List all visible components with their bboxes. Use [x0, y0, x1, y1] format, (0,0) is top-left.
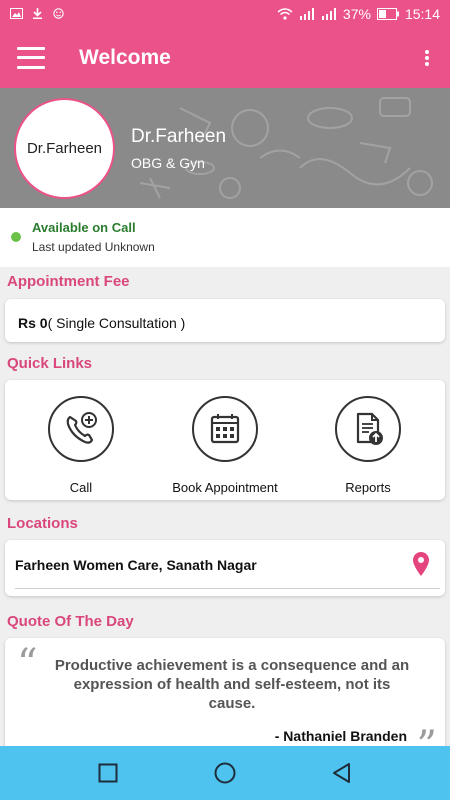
- quick-link-call[interactable]: Call: [16, 380, 146, 495]
- app-bar: Welcome: [0, 27, 450, 88]
- map-pin-icon[interactable]: [413, 552, 429, 576]
- fee-amount: Rs 0: [18, 315, 48, 331]
- quick-links-heading: Quick Links: [7, 355, 93, 372]
- quote-author: - Nathaniel Branden: [274, 728, 407, 744]
- fee-card: Rs 0( Single Consultation ): [5, 299, 445, 342]
- battery-icon: [376, 7, 399, 20]
- menu-icon[interactable]: [17, 46, 45, 69]
- quote-heading: Quote Of The Day: [7, 613, 134, 630]
- page-title: Welcome: [79, 45, 171, 69]
- status-bar: 37% 15:14: [0, 0, 450, 27]
- status-dot-icon: [11, 232, 21, 242]
- quick-link-label: Book Appointment: [172, 480, 278, 495]
- availability-panel: [0, 208, 450, 267]
- fee-heading: Appointment Fee: [7, 273, 130, 290]
- doctor-name: Dr.Farheen: [131, 126, 227, 147]
- signal-icon-2: [321, 7, 336, 20]
- quick-link-label: Reports: [345, 480, 391, 495]
- availability-updated: Last updated Unknown: [32, 240, 155, 254]
- clock: 15:14: [404, 5, 440, 22]
- report-upload-icon: [335, 396, 401, 462]
- locations-heading: Locations: [7, 515, 78, 532]
- wifi-icon: [277, 7, 293, 20]
- profile-banner: Dr.Farheen Dr.Farheen OBG & Gyn: [0, 88, 450, 208]
- avatar[interactable]: Dr.Farheen: [14, 98, 115, 199]
- location-card[interactable]: Farheen Women Care, Sanath Nagar: [5, 540, 445, 596]
- signal-icon: [299, 7, 314, 20]
- smiley-icon: [53, 8, 64, 19]
- recents-icon[interactable]: [88, 753, 128, 793]
- home-icon[interactable]: [205, 753, 245, 793]
- phone-plus-icon: [48, 396, 114, 462]
- quick-links-card: Call Book Appointment Reports: [5, 380, 445, 500]
- open-quote-icon: “: [17, 641, 38, 687]
- gallery-icon: [10, 8, 23, 19]
- fee-text: Rs 0( Single Consultation ): [18, 315, 185, 331]
- download-icon: [33, 8, 42, 19]
- system-nav-bar: [0, 746, 450, 800]
- back-icon[interactable]: [322, 753, 362, 793]
- quick-link-book-appointment[interactable]: Book Appointment: [160, 380, 290, 495]
- doctor-specialty: OBG & Gyn: [131, 155, 205, 171]
- quick-link-reports[interactable]: Reports: [303, 380, 433, 495]
- calendar-icon: [192, 396, 258, 462]
- overflow-menu-icon[interactable]: [424, 49, 430, 66]
- availability-status: Available on Call: [32, 220, 136, 235]
- quick-link-label: Call: [69, 480, 93, 495]
- fee-detail: ( Single Consultation ): [47, 315, 186, 331]
- quote-text: Productive achievement is a consequence …: [54, 657, 410, 712]
- battery-percent: 37%: [342, 5, 371, 22]
- location-name: Farheen Women Care, Sanath Nagar: [15, 557, 257, 573]
- location-divider: [15, 588, 440, 589]
